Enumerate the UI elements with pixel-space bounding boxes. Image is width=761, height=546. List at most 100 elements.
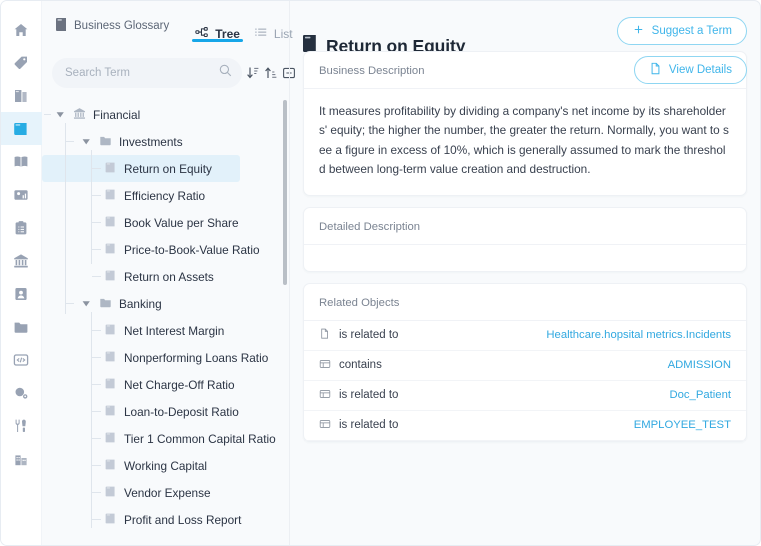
tab-list[interactable]: List xyxy=(254,1,293,51)
glossary-tree-panel: Business Glossary TreeList xyxy=(42,1,290,545)
tree-scroll-region[interactable]: Financial Investments Return on Equity Effi… xyxy=(42,95,290,545)
term-icon xyxy=(104,215,117,231)
related-objects-list: is related to Healthcare.hopsital metrics… xyxy=(304,321,746,441)
term-icon xyxy=(104,188,117,204)
tree-node[interactable]: Efficiency Ratio xyxy=(42,182,290,209)
term-icon xyxy=(104,512,117,528)
tree-stub-line xyxy=(92,330,101,331)
folder-icon xyxy=(13,319,29,335)
suggest-a-term-button[interactable]: Suggest a Term xyxy=(617,17,747,45)
bank-icon xyxy=(13,253,29,269)
tree-stub-line xyxy=(66,141,74,142)
related-object-link[interactable]: Healthcare.hopsital metrics.Incidents xyxy=(546,329,731,341)
tree-node-label: Loan-to-Deposit Ratio xyxy=(124,405,239,419)
tree-node[interactable]: Net Charge-Off Ratio xyxy=(42,371,290,398)
tree-node-label: Return on Equity xyxy=(124,162,212,176)
tree-node-label: Net Charge-Off Ratio xyxy=(124,378,235,392)
rail-item-contacts[interactable] xyxy=(1,277,42,310)
tree-stub-line xyxy=(92,384,101,385)
bank-icon xyxy=(73,107,86,123)
search-box[interactable] xyxy=(52,58,242,88)
related-object-link[interactable]: ADMISSION xyxy=(668,359,731,371)
tree-node[interactable]: Tier 1 Common Capital Ratio xyxy=(42,425,290,452)
search-input[interactable] xyxy=(65,67,219,79)
collapse-caret-icon[interactable] xyxy=(82,299,91,308)
term-icon xyxy=(104,350,117,366)
rail-item-folders[interactable] xyxy=(1,310,42,343)
table-icon xyxy=(319,358,331,373)
rail-item-dictionary[interactable] xyxy=(1,145,42,178)
tree-node[interactable]: Investments xyxy=(42,128,290,155)
view-mode-tabs: Tree List xyxy=(195,1,292,51)
rail-item-tasks[interactable] xyxy=(1,211,42,244)
term-icon xyxy=(104,377,117,393)
tree-node[interactable]: Vendor Expense xyxy=(42,479,290,506)
id-card-icon xyxy=(13,286,29,302)
tree-node[interactable]: Profit and Loss Report xyxy=(42,506,290,533)
term-icon xyxy=(104,458,117,474)
tree-node[interactable]: Banking xyxy=(42,290,290,317)
relation-label: is related to xyxy=(339,419,398,431)
sort-ascending-button[interactable] xyxy=(264,61,278,85)
tree-node-label: Banking xyxy=(119,297,162,311)
related-object-link[interactable]: EMPLOYEE_TEST xyxy=(634,419,731,431)
tree-stub-line xyxy=(92,492,101,493)
tree-node-label: Tier 1 Common Capital Ratio xyxy=(124,432,276,446)
folder-icon xyxy=(99,296,112,312)
term-icon xyxy=(104,161,117,177)
rail-item-code[interactable] xyxy=(1,343,42,376)
rail-item-institutions[interactable] xyxy=(1,244,42,277)
rail-item-home[interactable] xyxy=(1,13,42,46)
sort-descending-button[interactable] xyxy=(246,61,260,85)
tree-node[interactable]: Financial xyxy=(42,101,290,128)
code-icon xyxy=(13,352,29,368)
tree-node[interactable]: Book Value per Share xyxy=(42,209,290,236)
tree-node-label: Investments xyxy=(119,135,183,149)
glossary-tree: Financial Investments Return on Equity Effi… xyxy=(42,95,290,533)
term-icon xyxy=(104,404,117,420)
business-description-text: It measures profitability by dividing a … xyxy=(304,89,746,195)
tree-node[interactable]: Working Capital xyxy=(42,452,290,479)
tree-node[interactable]: Nonperforming Loans Ratio xyxy=(42,344,290,371)
relation-label: is related to xyxy=(339,389,398,401)
list-icon xyxy=(254,26,268,43)
related-objects-heading: Related Objects xyxy=(304,284,746,321)
tree-stub-line xyxy=(92,438,101,439)
rail-item-settings-tools[interactable] xyxy=(1,409,42,442)
rail-item-lineage[interactable] xyxy=(1,376,42,409)
relation-label: contains xyxy=(339,359,382,371)
tree-node[interactable]: Loan-to-Deposit Ratio xyxy=(42,398,290,425)
view-details-button[interactable]: View Details xyxy=(634,56,747,84)
term-icon xyxy=(104,242,117,258)
tree-scrollbar-thumb[interactable] xyxy=(283,100,287,285)
tree-node[interactable]: Return on Assets xyxy=(42,263,290,290)
book-icon xyxy=(13,121,29,137)
term-icon xyxy=(104,269,117,285)
rail-item-organizations[interactable] xyxy=(1,442,42,475)
tab-tree[interactable]: Tree xyxy=(195,1,240,51)
plus-icon xyxy=(632,23,645,39)
tree-stub-line xyxy=(92,411,101,412)
tab-label: Tree xyxy=(215,27,240,41)
rail-item-documents[interactable] xyxy=(1,79,42,112)
tree-stub-line xyxy=(92,222,101,223)
tree-branch-line xyxy=(91,312,92,528)
tree-node-label: Efficiency Ratio xyxy=(124,189,205,203)
tree-node[interactable]: Net Interest Margin xyxy=(42,317,290,344)
collapse-caret-icon[interactable] xyxy=(56,110,65,119)
tree-stub-line xyxy=(44,114,51,115)
building-icon xyxy=(13,451,29,467)
tree-node[interactable]: Price-to-Book-Value Ratio xyxy=(42,236,290,263)
rail-item-business-glossary[interactable] xyxy=(1,112,42,145)
image-chart-icon xyxy=(13,187,29,203)
collapse-caret-icon[interactable] xyxy=(82,137,91,146)
tree-node-label: Book Value per Share xyxy=(124,216,239,230)
term-icon xyxy=(104,485,117,501)
rail-item-reports[interactable] xyxy=(1,178,42,211)
tree-node-label: Return on Assets xyxy=(124,270,214,284)
rail-item-tags[interactable] xyxy=(1,46,42,79)
tools-icon xyxy=(13,418,29,434)
open-book-icon xyxy=(13,154,29,170)
related-object-link[interactable]: Doc_Patient xyxy=(669,389,731,401)
tree-node-selected[interactable]: Return on Equity xyxy=(42,155,240,182)
